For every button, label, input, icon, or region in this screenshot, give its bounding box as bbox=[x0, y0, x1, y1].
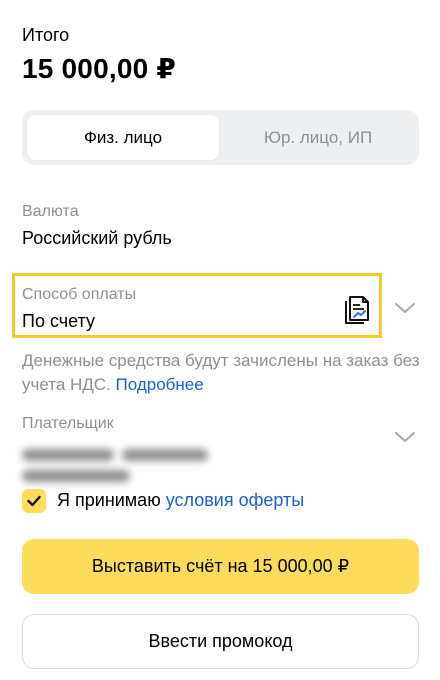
total-amount: 15 000,00 ₽ bbox=[22, 53, 177, 84]
payer-type-switch: Физ. лицо Юр. лицо, ИП bbox=[22, 110, 419, 165]
chevron-down-icon[interactable] bbox=[394, 301, 416, 315]
currency-caption: Валюта bbox=[22, 203, 79, 220]
promo-code-button[interactable]: Ввести промокод bbox=[22, 614, 419, 669]
tab-individual[interactable]: Физ. лицо bbox=[27, 115, 219, 160]
invoice-document-icon bbox=[345, 296, 369, 324]
terms-text: Я принимаю bbox=[57, 490, 166, 510]
total-label: Итого bbox=[22, 25, 70, 45]
tab-legal-entity[interactable]: Юр. лицо, ИП bbox=[222, 115, 414, 160]
offer-terms-link[interactable]: условия оферты bbox=[166, 490, 305, 510]
issue-invoice-button[interactable]: Выставить счёт на 15 000,00 ₽ bbox=[22, 539, 419, 594]
currency-value: Российский рубль bbox=[22, 228, 172, 248]
terms-checkbox[interactable] bbox=[22, 489, 46, 513]
chevron-down-icon[interactable] bbox=[394, 430, 416, 444]
terms-label: Я принимаю условия оферты bbox=[57, 490, 304, 511]
more-info-link[interactable]: Подробнее bbox=[116, 375, 204, 394]
checkmark-icon bbox=[27, 495, 41, 507]
payment-method-caption: Способ оплаты bbox=[22, 286, 137, 303]
vat-note: Денежные средства будут зачислены на зак… bbox=[22, 349, 422, 397]
payer-value-blurred bbox=[22, 445, 327, 482]
payer-caption: Плательщик bbox=[22, 415, 114, 432]
payment-method-value: По счету bbox=[22, 311, 95, 331]
vat-note-text: Денежные средства будут зачислены на зак… bbox=[22, 351, 420, 394]
